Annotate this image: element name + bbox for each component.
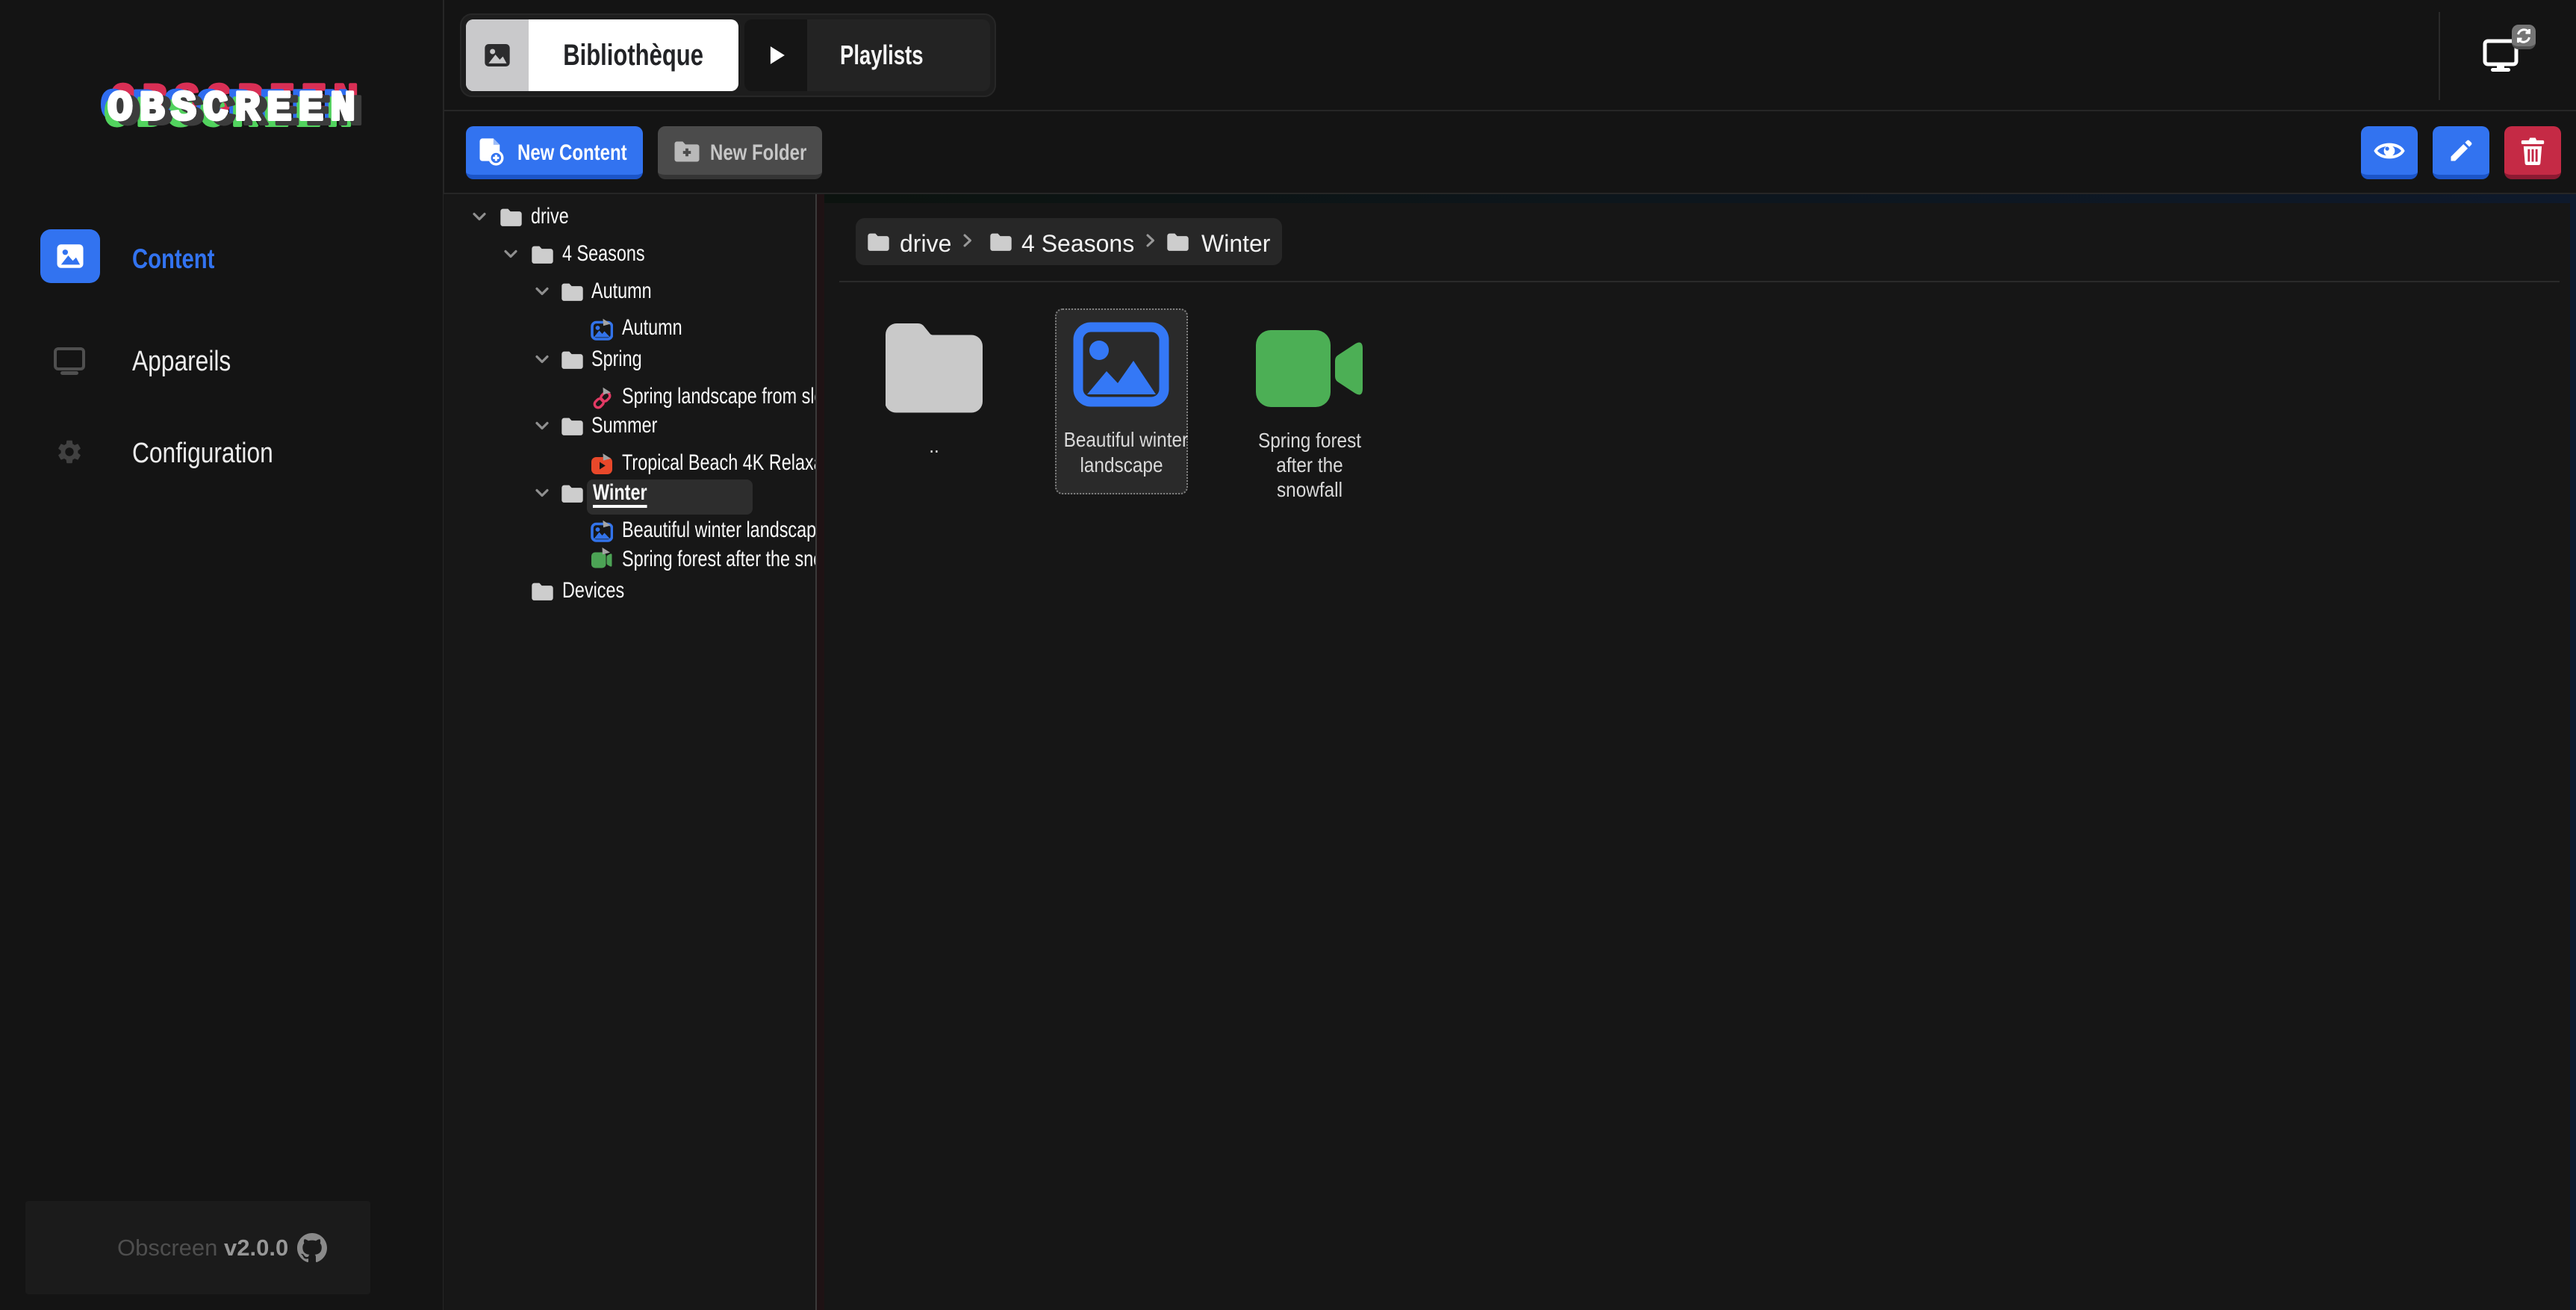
svg-text:OBSCREEN: OBSCREEN [108, 84, 362, 132]
